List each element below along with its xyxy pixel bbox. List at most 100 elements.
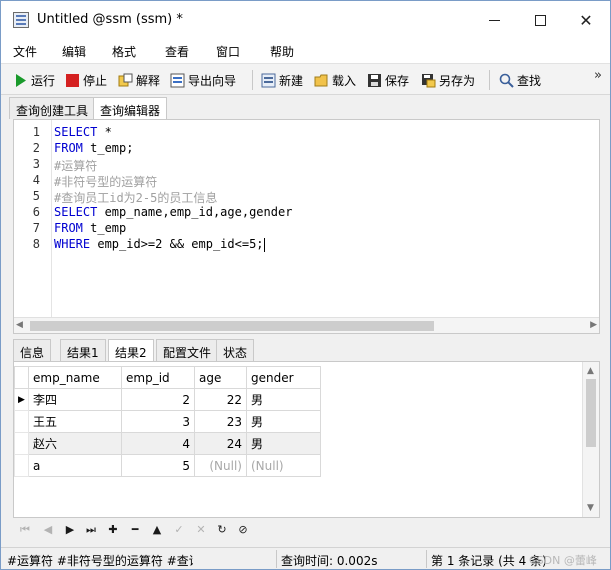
grid-vertical-scrollbar[interactable]: ▲ ▼ <box>582 362 599 517</box>
load-button[interactable]: 载入 <box>314 70 356 90</box>
toolbar-separator <box>252 70 253 90</box>
maximize-button[interactable] <box>517 1 563 39</box>
close-button[interactable]: ✕ <box>563 1 609 39</box>
scrollbar-thumb[interactable] <box>586 379 596 447</box>
row-selector-header <box>14 366 29 389</box>
result-tabs: 信息 结果1 结果2 配置文件 状态 <box>13 337 600 361</box>
cell-gender[interactable]: (Null) <box>246 454 321 477</box>
new-button[interactable]: 新建 <box>261 70 303 90</box>
tab-info[interactable]: 信息 <box>13 339 52 361</box>
first-record-icon[interactable]: ⏮ <box>17 522 33 538</box>
column-header-gender[interactable]: gender <box>246 366 321 389</box>
cell-emp-name[interactable]: 王五 <box>28 410 122 433</box>
export-wizard-button[interactable]: 导出向导 <box>170 70 236 90</box>
find-label: 查找 <box>517 73 542 88</box>
apply-icon[interactable]: ✓ <box>171 522 187 538</box>
sql-editor[interactable]: 1 2 3 4 5 6 7 8 SELECT * FROM t_emp; #运算… <box>13 119 600 334</box>
maximize-icon <box>534 14 546 26</box>
menu-file[interactable]: 文件 <box>13 43 37 60</box>
code-line: #查询员工id为2-5的员工信息 <box>54 189 217 206</box>
run-button[interactable]: 运行 <box>13 70 55 90</box>
menu-help[interactable]: 帮助 <box>270 43 294 60</box>
code-line: SELECT * <box>54 125 112 139</box>
save-as-button[interactable]: 另存为 <box>421 70 475 90</box>
prev-record-icon[interactable]: ◀ <box>40 522 56 538</box>
menu-edit[interactable]: 编辑 <box>62 43 86 60</box>
cell-emp-name[interactable]: 李四 <box>28 388 122 411</box>
explain-button[interactable]: 解释 <box>118 70 160 90</box>
menu-window[interactable]: 窗口 <box>216 43 240 60</box>
add-record-icon[interactable]: ✚ <box>105 522 121 538</box>
sql-keyword: SELECT <box>54 125 98 139</box>
refresh-icon[interactable]: ↻ <box>214 522 230 538</box>
sql-comment: #运算符 <box>54 159 98 173</box>
menu-view[interactable]: 查看 <box>165 43 189 60</box>
minimize-button[interactable] <box>471 1 517 39</box>
tab-result-2[interactable]: 结果2 <box>108 339 154 361</box>
last-record-icon[interactable]: ⏭ <box>83 522 99 538</box>
cancel-icon[interactable]: ✕ <box>193 522 209 538</box>
delete-record-icon[interactable]: ━ <box>127 522 143 538</box>
editor-horizontal-scrollbar[interactable]: ◀ ▶ <box>14 317 599 333</box>
cell-emp-name[interactable]: a <box>28 454 122 477</box>
code-line: FROM t_emp <box>54 221 126 235</box>
cell-emp-id[interactable]: 3 <box>121 410 195 433</box>
scrollbar-thumb[interactable] <box>30 321 434 331</box>
table-header-row: emp_name emp_id age gender <box>14 366 321 389</box>
cell-age[interactable]: 23 <box>194 410 247 433</box>
line-number: 1 <box>32 125 40 139</box>
scroll-down-icon[interactable]: ▼ <box>587 503 594 513</box>
table-row[interactable]: 赵六 4 24 男 <box>14 432 321 455</box>
save-button[interactable]: 保存 <box>367 70 409 90</box>
stop-button[interactable]: 停止 <box>65 70 107 90</box>
save-as-label: 另存为 <box>439 73 476 88</box>
cell-age[interactable]: (Null) <box>194 454 247 477</box>
line-number: 4 <box>32 173 40 187</box>
cell-emp-id[interactable]: 2 <box>121 388 195 411</box>
tab-query-builder[interactable]: 查询创建工具 <box>9 97 96 119</box>
tab-profile[interactable]: 配置文件 <box>156 339 219 361</box>
line-number: 3 <box>32 157 40 171</box>
title-bar: Untitled @ssm (ssm) * ✕ <box>1 1 610 39</box>
menu-format[interactable]: 格式 <box>112 43 136 60</box>
cell-gender[interactable]: 男 <box>246 410 321 433</box>
export-icon <box>170 73 185 88</box>
toolbar-separator <box>489 70 490 90</box>
code-line: FROM t_emp; <box>54 141 133 155</box>
next-record-icon[interactable]: ▶ <box>62 522 78 538</box>
search-icon <box>499 73 514 88</box>
tab-result-1[interactable]: 结果1 <box>60 339 106 361</box>
cell-emp-id[interactable]: 5 <box>121 454 195 477</box>
cell-age[interactable]: 24 <box>194 432 247 455</box>
floppy-icon <box>367 73 382 88</box>
up-icon[interactable]: ▲ <box>149 522 165 538</box>
tab-query-editor[interactable]: 查询编辑器 <box>93 97 168 119</box>
stop-refresh-icon[interactable]: ⊘ <box>235 522 251 538</box>
scroll-up-icon[interactable]: ▲ <box>587 366 594 376</box>
table-row[interactable]: ▶ 李四 2 22 男 <box>14 388 321 411</box>
result-grid[interactable]: emp_name emp_id age gender ▶ 李四 2 22 男 王… <box>13 361 600 518</box>
new-label: 新建 <box>279 73 304 88</box>
toolbar-overflow-button[interactable]: » <box>589 68 607 90</box>
column-header-emp-id[interactable]: emp_id <box>121 366 195 389</box>
minimize-icon <box>488 19 500 21</box>
cell-gender[interactable]: 男 <box>246 388 321 411</box>
cell-gender[interactable]: 男 <box>246 432 321 455</box>
cell-emp-name[interactable]: 赵六 <box>28 432 122 455</box>
column-header-age[interactable]: age <box>194 366 247 389</box>
cell-emp-id[interactable]: 4 <box>121 432 195 455</box>
sql-text: t_emp <box>82 221 127 235</box>
scroll-right-icon[interactable]: ▶ <box>590 320 597 330</box>
toolbar: 运行 停止 解释 导出向导 新建 载入 保存 另存为 查找 » <box>1 63 610 95</box>
column-header-emp-name[interactable]: emp_name <box>28 366 122 389</box>
row-selector <box>14 410 29 433</box>
tab-status[interactable]: 状态 <box>216 339 255 361</box>
navicat-query-icon <box>13 12 29 28</box>
table-row[interactable]: a 5 (Null) (Null) <box>14 454 321 477</box>
save-label: 保存 <box>385 73 410 88</box>
table-row[interactable]: 王五 3 23 男 <box>14 410 321 433</box>
find-button[interactable]: 查找 <box>499 70 541 90</box>
close-icon: ✕ <box>579 10 593 30</box>
scroll-left-icon[interactable]: ◀ <box>16 320 23 330</box>
cell-age[interactable]: 22 <box>194 388 247 411</box>
